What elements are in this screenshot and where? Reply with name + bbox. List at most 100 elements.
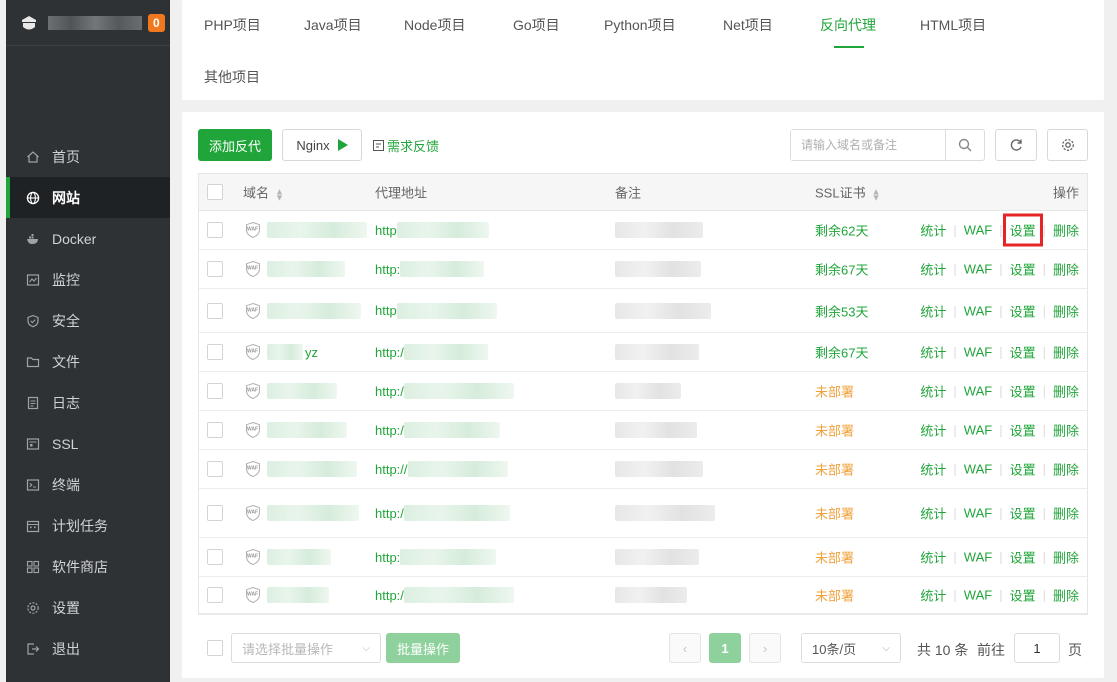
- row-checkbox[interactable]: [207, 587, 223, 603]
- add-proxy-button[interactable]: 添加反代: [198, 129, 272, 161]
- tab-3[interactable]: Go项目: [513, 15, 560, 35]
- ssl-status[interactable]: 未部署: [815, 382, 854, 401]
- stats-link[interactable]: 统计: [920, 260, 946, 279]
- remark-cell[interactable]: [615, 461, 703, 477]
- delete-link[interactable]: 删除: [1053, 221, 1079, 240]
- domain-cell[interactable]: [267, 222, 369, 238]
- settings-link[interactable]: 设置: [1010, 260, 1036, 279]
- ssl-status[interactable]: 剩余67天: [815, 260, 868, 279]
- delete-link[interactable]: 删除: [1053, 421, 1079, 440]
- sidebar-item-4[interactable]: 安全: [6, 300, 170, 341]
- delete-link[interactable]: 删除: [1053, 586, 1079, 605]
- sidebar-item-0[interactable]: 首页: [6, 136, 170, 177]
- remark-cell[interactable]: [615, 587, 687, 603]
- proxy-cell[interactable]: http: [375, 302, 497, 319]
- proxy-cell[interactable]: http:/: [375, 422, 500, 438]
- settings-link[interactable]: 设置: [1010, 421, 1036, 440]
- ssl-status[interactable]: 未部署: [815, 421, 854, 440]
- proxy-cell[interactable]: http: [375, 222, 489, 238]
- row-checkbox[interactable]: [207, 261, 223, 277]
- row-checkbox[interactable]: [207, 383, 223, 399]
- stats-link[interactable]: 统计: [920, 548, 946, 567]
- tab-4[interactable]: Python项目: [604, 15, 676, 35]
- delete-link[interactable]: 删除: [1053, 548, 1079, 567]
- ssl-status[interactable]: 剩余67天: [815, 343, 868, 362]
- row-checkbox[interactable]: [207, 422, 223, 438]
- stats-link[interactable]: 统计: [920, 504, 946, 523]
- domain-cell[interactable]: [267, 505, 361, 521]
- waf-link[interactable]: WAF: [964, 262, 992, 277]
- goto-page-input[interactable]: [1014, 633, 1060, 663]
- waf-link[interactable]: WAF: [964, 588, 992, 603]
- delete-link[interactable]: 删除: [1053, 301, 1079, 320]
- settings-link[interactable]: 设置: [1010, 382, 1036, 401]
- domain-cell[interactable]: [267, 383, 339, 399]
- waf-link[interactable]: WAF: [964, 303, 992, 318]
- stats-link[interactable]: 统计: [920, 221, 946, 240]
- notification-badge[interactable]: 0: [148, 13, 165, 32]
- settings-button[interactable]: [1047, 129, 1088, 161]
- remark-cell[interactable]: [615, 222, 703, 238]
- row-checkbox[interactable]: [207, 222, 223, 238]
- stats-link[interactable]: 统计: [920, 343, 946, 362]
- batch-select[interactable]: 请选择批量操作 ⌵: [231, 633, 381, 663]
- stats-link[interactable]: 统计: [920, 301, 946, 320]
- ssl-status[interactable]: 剩余53天: [815, 301, 868, 320]
- batch-action-button[interactable]: 批量操作: [386, 633, 460, 663]
- domain-cell[interactable]: yz: [267, 344, 318, 360]
- tab-8[interactable]: 其他项目: [204, 67, 260, 87]
- footer-select-checkbox[interactable]: [207, 640, 223, 656]
- domain-cell[interactable]: [267, 587, 331, 603]
- domain-cell[interactable]: [267, 549, 333, 565]
- ssl-status[interactable]: 剩余62天: [815, 221, 868, 240]
- select-all-checkbox[interactable]: [207, 184, 223, 200]
- row-checkbox[interactable]: [207, 344, 223, 360]
- domain-cell[interactable]: [267, 302, 363, 319]
- proxy-cell[interactable]: http:/: [375, 383, 514, 399]
- sidebar-item-12[interactable]: 退出: [6, 628, 170, 669]
- tab-0[interactable]: PHP项目: [204, 15, 261, 35]
- ssl-status[interactable]: 未部署: [815, 586, 854, 605]
- nginx-button[interactable]: Nginx: [282, 129, 362, 161]
- page-1-button[interactable]: 1: [709, 633, 741, 663]
- search-button[interactable]: [945, 130, 984, 160]
- remark-cell[interactable]: [615, 261, 701, 277]
- proxy-cell[interactable]: http:: [375, 549, 497, 565]
- delete-link[interactable]: 删除: [1053, 382, 1079, 401]
- waf-link[interactable]: WAF: [964, 506, 992, 521]
- page-size-select[interactable]: 10条/页 ⌵: [801, 633, 901, 663]
- waf-link[interactable]: WAF: [964, 223, 992, 238]
- ssl-status[interactable]: 未部署: [815, 460, 854, 479]
- tab-7[interactable]: HTML项目: [920, 15, 986, 35]
- settings-link[interactable]: 设置: [1010, 548, 1036, 567]
- remark-cell[interactable]: [615, 344, 699, 360]
- sidebar-item-1[interactable]: 网站: [6, 177, 170, 218]
- ssl-status[interactable]: 未部署: [815, 548, 854, 567]
- delete-link[interactable]: 删除: [1053, 460, 1079, 479]
- sidebar-item-3[interactable]: 监控: [6, 259, 170, 300]
- settings-link[interactable]: 设置: [1010, 460, 1036, 479]
- stats-link[interactable]: 统计: [920, 586, 946, 605]
- waf-link[interactable]: WAF: [964, 345, 992, 360]
- settings-link[interactable]: 设置: [1010, 343, 1036, 362]
- tab-6[interactable]: 反向代理: [820, 15, 876, 35]
- refresh-button[interactable]: [995, 129, 1037, 161]
- sidebar-item-7[interactable]: SSL: [6, 423, 170, 464]
- waf-link[interactable]: WAF: [964, 462, 992, 477]
- sidebar-item-2[interactable]: Docker: [6, 218, 170, 259]
- domain-cell[interactable]: [267, 422, 349, 438]
- row-checkbox[interactable]: [207, 302, 223, 319]
- remark-cell[interactable]: [615, 549, 699, 565]
- search-input[interactable]: [791, 130, 945, 160]
- proxy-cell[interactable]: http:: [375, 261, 485, 277]
- remark-cell[interactable]: [615, 383, 681, 399]
- sidebar-item-9[interactable]: 计划任务: [6, 505, 170, 546]
- proxy-cell[interactable]: http:/: [375, 505, 510, 521]
- row-checkbox[interactable]: [207, 461, 223, 477]
- proxy-cell[interactable]: http://: [375, 461, 508, 477]
- stats-link[interactable]: 统计: [920, 421, 946, 440]
- sidebar-item-6[interactable]: 日志: [6, 382, 170, 423]
- tab-5[interactable]: Net项目: [723, 15, 773, 35]
- waf-link[interactable]: WAF: [964, 384, 992, 399]
- prev-page-button[interactable]: ‹: [669, 633, 701, 663]
